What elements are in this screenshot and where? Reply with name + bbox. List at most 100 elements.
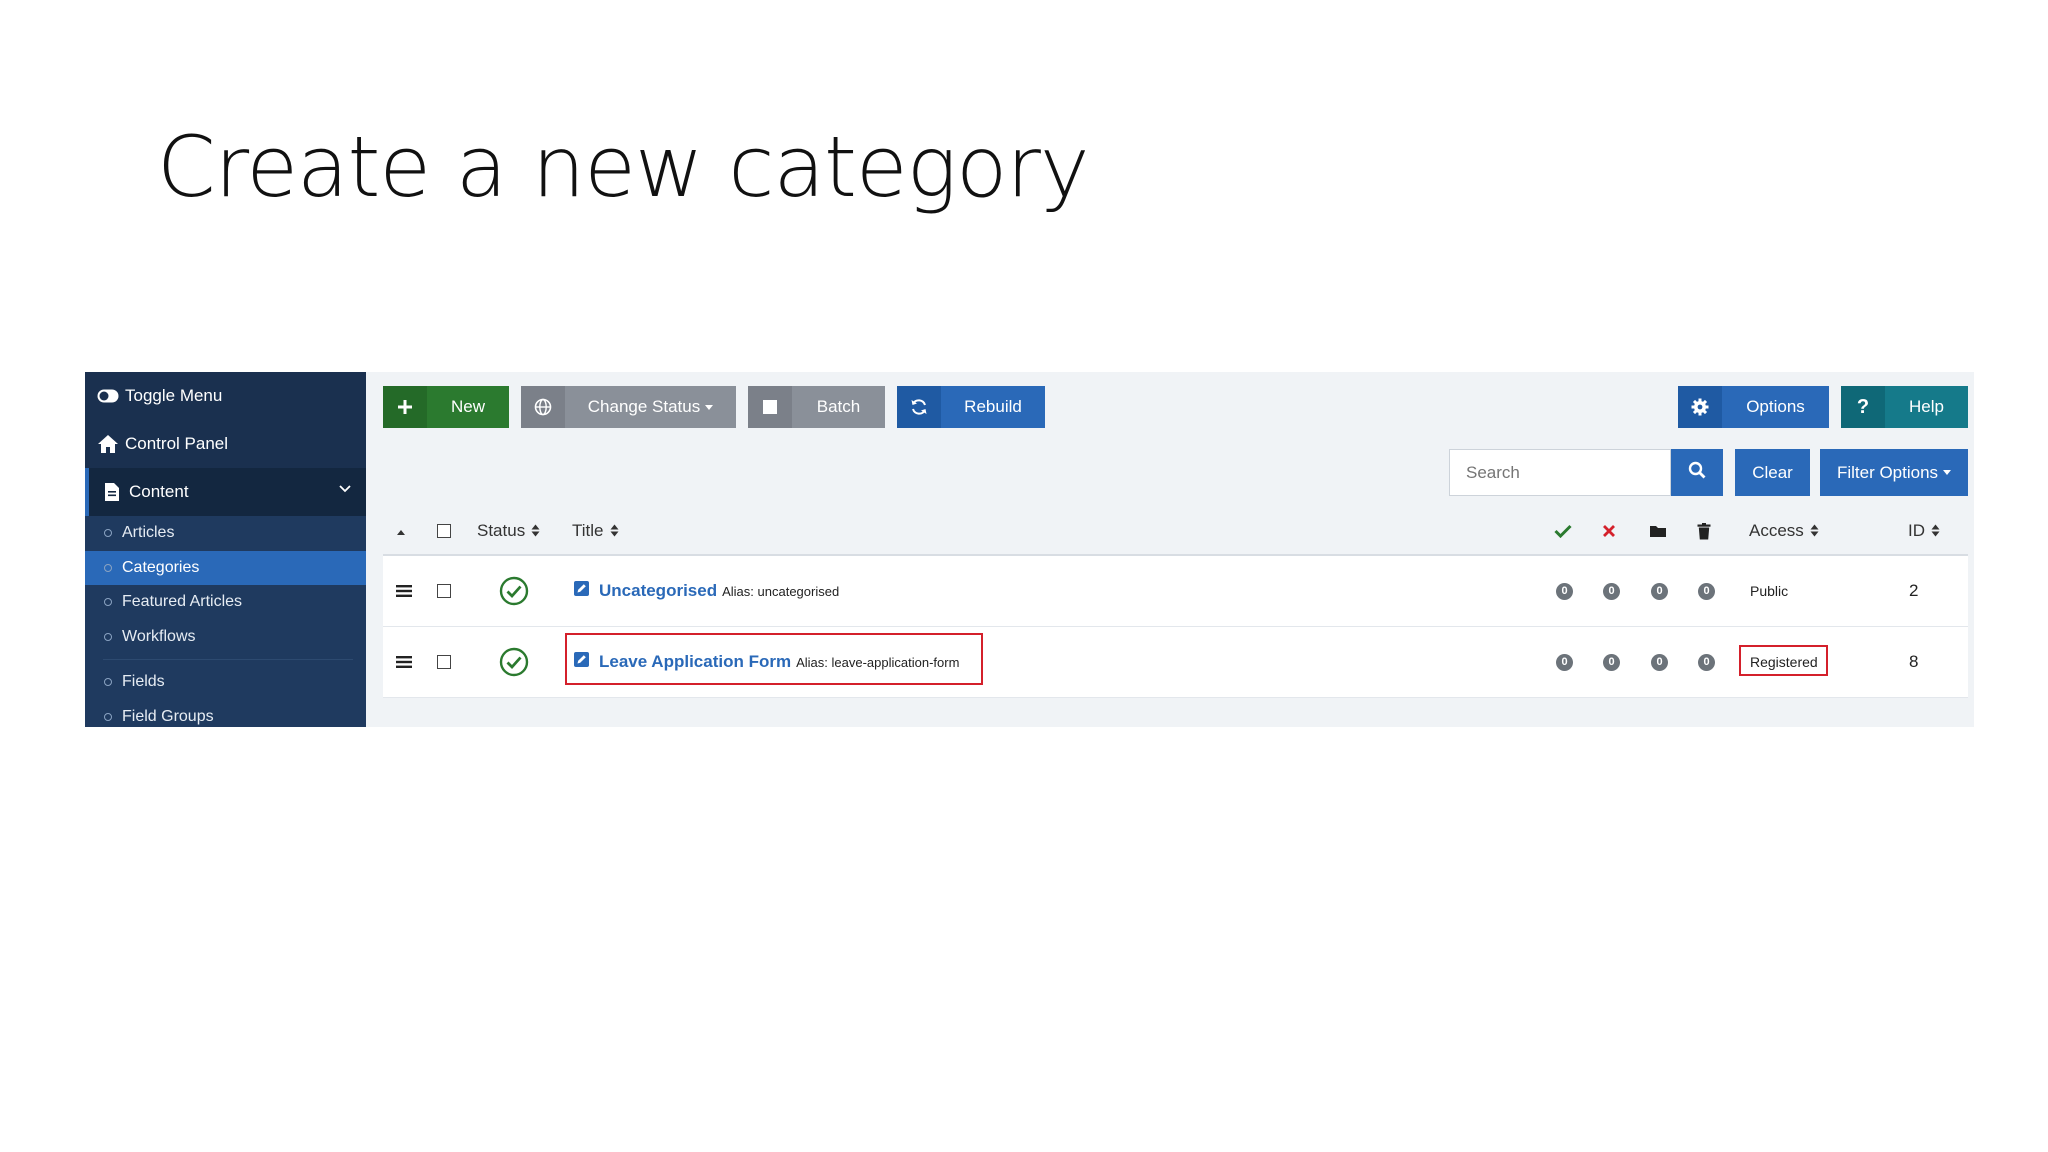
search-button[interactable] bbox=[1671, 449, 1723, 496]
globe-icon bbox=[521, 386, 565, 428]
batch-button[interactable]: Batch bbox=[748, 386, 885, 428]
search-input[interactable] bbox=[1449, 449, 1671, 496]
home-icon bbox=[97, 433, 119, 455]
x-icon bbox=[1603, 525, 1615, 537]
toggle-menu-label: Toggle Menu bbox=[125, 386, 223, 405]
sidebar-item-featured-articles[interactable]: Featured Articles bbox=[85, 585, 366, 619]
caret-down-icon bbox=[705, 404, 714, 410]
plus-icon bbox=[383, 386, 427, 428]
circle-icon bbox=[104, 529, 112, 537]
gear-icon bbox=[1678, 386, 1722, 428]
trashed-column-icon bbox=[1697, 508, 1711, 554]
unpublished-count-badge[interactable]: 0 bbox=[1603, 627, 1620, 697]
access-level: Public bbox=[1750, 583, 1789, 599]
circle-icon bbox=[104, 713, 112, 721]
drag-handle-icon[interactable] bbox=[396, 556, 412, 626]
clear-button[interactable]: Clear bbox=[1735, 449, 1810, 496]
sidebar-item-field-groups[interactable]: Field Groups bbox=[85, 700, 366, 727]
ordering-sort-button[interactable] bbox=[396, 508, 406, 554]
published-status-toggle[interactable] bbox=[499, 627, 529, 697]
status-column-header[interactable]: Status bbox=[477, 508, 540, 554]
sort-icon bbox=[1931, 524, 1940, 538]
drag-handle-icon[interactable] bbox=[396, 627, 412, 697]
folder-icon bbox=[1650, 526, 1666, 537]
refresh-icon bbox=[897, 386, 941, 428]
caret-up-icon bbox=[396, 521, 406, 541]
trashed-count-badge[interactable]: 0 bbox=[1698, 556, 1715, 626]
sidebar-item-label: Categories bbox=[122, 559, 200, 576]
access-column-header[interactable]: Access bbox=[1749, 508, 1819, 554]
edit-icon bbox=[574, 581, 589, 601]
sidebar-divider bbox=[103, 659, 353, 660]
sidebar-item-articles[interactable]: Articles bbox=[85, 516, 366, 550]
filter-options-button[interactable]: Filter Options bbox=[1820, 449, 1968, 496]
sidebar-item-label: Featured Articles bbox=[122, 593, 243, 610]
options-label: Options bbox=[1746, 397, 1805, 416]
title-header-label: Title bbox=[572, 521, 604, 540]
row-checkbox[interactable] bbox=[437, 627, 451, 697]
published-count-badge[interactable]: 0 bbox=[1556, 627, 1573, 697]
toggle-menu-button[interactable]: Toggle Menu bbox=[85, 372, 366, 420]
new-label: New bbox=[450, 397, 485, 416]
status-header-label: Status bbox=[477, 521, 526, 540]
unpublished-count-badge[interactable]: 0 bbox=[1603, 556, 1620, 626]
archived-count-badge[interactable]: 0 bbox=[1651, 556, 1668, 626]
sidebar-item-fields[interactable]: Fields bbox=[85, 665, 366, 699]
change-status-label: Change Status bbox=[587, 397, 701, 416]
table-row: Uncategorised Alias: uncategorised 0 0 0… bbox=[383, 556, 1968, 627]
sidebar-item-categories[interactable]: Categories bbox=[85, 551, 366, 585]
rebuild-button[interactable]: Rebuild bbox=[897, 386, 1045, 428]
check-circle-icon bbox=[499, 647, 529, 677]
search-icon bbox=[1688, 461, 1706, 484]
row-checkbox[interactable] bbox=[437, 556, 451, 626]
sidebar: Toggle Menu Control Panel Content Articl… bbox=[85, 372, 366, 727]
sidebar-item-control-panel[interactable]: Control Panel bbox=[85, 420, 366, 468]
trash-icon bbox=[1697, 522, 1711, 539]
admin-app-window: Toggle Menu Control Panel Content Articl… bbox=[85, 372, 1974, 727]
question-icon: ? bbox=[1841, 386, 1885, 428]
sidebar-item-label: Field Groups bbox=[122, 708, 214, 725]
control-panel-label: Control Panel bbox=[125, 434, 229, 453]
circle-icon bbox=[104, 564, 112, 572]
title-column-header[interactable]: Title bbox=[572, 508, 619, 554]
new-button[interactable]: New bbox=[383, 386, 509, 428]
square-icon bbox=[748, 386, 792, 428]
published-column-icon bbox=[1554, 508, 1572, 554]
published-status-toggle[interactable] bbox=[499, 556, 529, 626]
options-button[interactable]: Options bbox=[1678, 386, 1829, 428]
access-header-label: Access bbox=[1749, 521, 1804, 540]
help-label: Help bbox=[1909, 397, 1944, 416]
circle-icon bbox=[104, 633, 112, 641]
sidebar-item-content[interactable]: Content bbox=[85, 468, 366, 516]
file-icon bbox=[101, 481, 123, 503]
filter-options-label: Filter Options bbox=[1836, 462, 1939, 482]
table-header: Status Title Access ID bbox=[383, 508, 1968, 556]
trashed-count-badge[interactable]: 0 bbox=[1698, 627, 1715, 697]
row-id: 2 bbox=[1909, 581, 1919, 600]
archived-count-badge[interactable]: 0 bbox=[1651, 627, 1668, 697]
category-title-link[interactable]: Uncategorised bbox=[599, 581, 717, 601]
content-label: Content bbox=[129, 482, 189, 501]
rebuild-label: Rebuild bbox=[964, 397, 1022, 416]
sort-icon bbox=[531, 524, 540, 538]
caret-down-icon bbox=[1943, 470, 1952, 475]
id-header-label: ID bbox=[1908, 521, 1925, 540]
sidebar-item-label: Fields bbox=[122, 673, 165, 690]
circle-icon bbox=[104, 598, 112, 606]
help-button[interactable]: ? Help bbox=[1841, 386, 1968, 428]
id-column-header[interactable]: ID bbox=[1908, 508, 1940, 554]
alias-prefix: Alias: bbox=[722, 583, 754, 599]
sort-icon bbox=[610, 524, 619, 538]
select-all-checkbox[interactable] bbox=[437, 508, 451, 554]
slide-title: Create a new category bbox=[157, 118, 1090, 216]
circle-icon bbox=[104, 678, 112, 686]
published-count-badge[interactable]: 0 bbox=[1556, 556, 1573, 626]
change-status-button[interactable]: Change Status bbox=[521, 386, 736, 428]
check-circle-icon bbox=[499, 576, 529, 606]
sidebar-item-workflows[interactable]: Workflows bbox=[85, 620, 366, 654]
title-highlight-box bbox=[565, 633, 983, 685]
access-highlight-box bbox=[1739, 645, 1828, 676]
chevron-down-icon bbox=[338, 480, 352, 500]
archived-column-icon bbox=[1649, 508, 1667, 554]
batch-label: Batch bbox=[816, 397, 861, 416]
